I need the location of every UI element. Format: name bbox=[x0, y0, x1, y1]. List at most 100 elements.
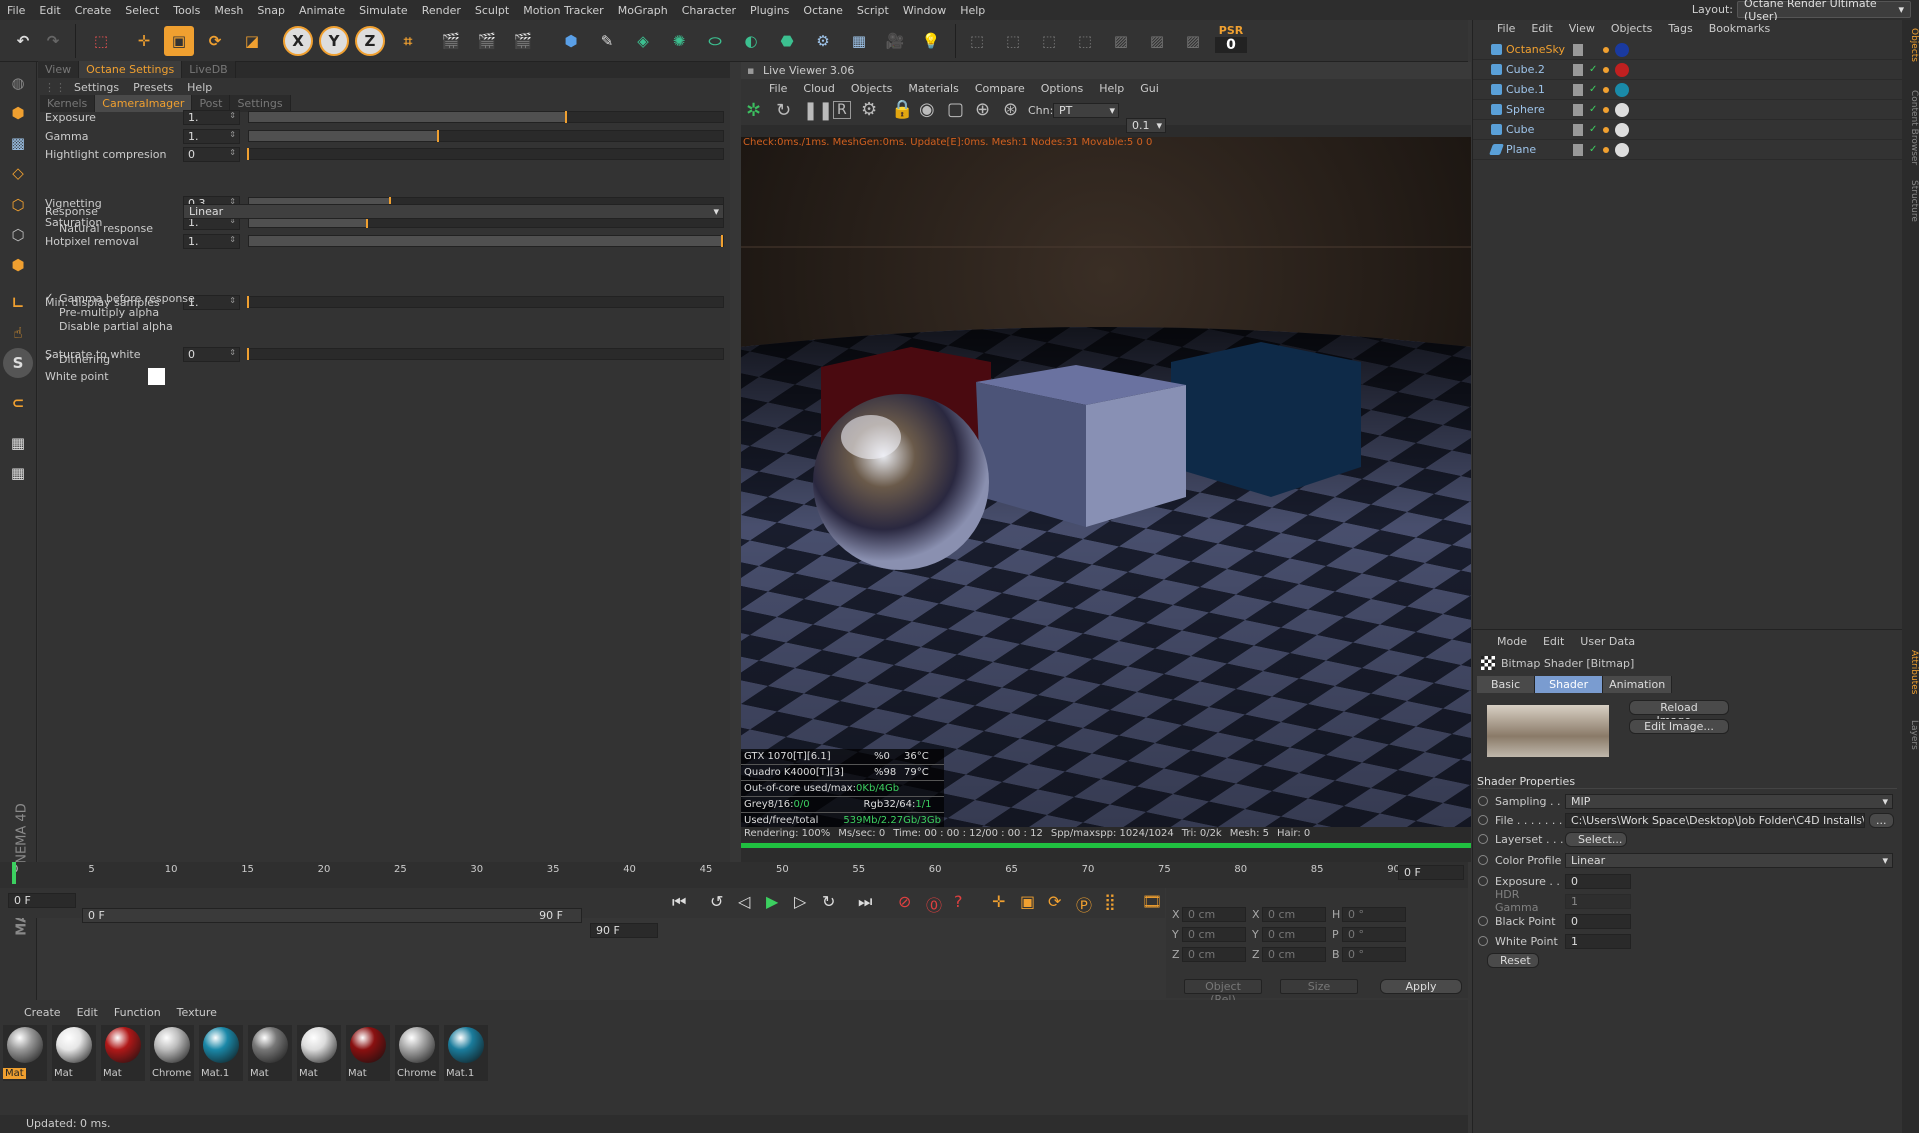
slider-handle[interactable] bbox=[247, 148, 249, 160]
settings-gear-icon[interactable]: ⚙ bbox=[861, 99, 877, 120]
visibility-icon[interactable] bbox=[1573, 43, 1583, 56]
reset-button[interactable]: Reset bbox=[1487, 953, 1539, 968]
visibility-icon[interactable] bbox=[1573, 63, 1583, 76]
object-menu-objects[interactable]: Objects bbox=[1603, 22, 1661, 35]
enabled-check-icon[interactable]: ✓ bbox=[1589, 124, 1597, 135]
focus-icon[interactable]: ▢ bbox=[947, 99, 964, 120]
menu-edit[interactable]: Edit bbox=[32, 4, 67, 17]
enabled-check-icon[interactable]: ✓ bbox=[1589, 144, 1597, 155]
key-parameter-icon[interactable]: Ⓟ bbox=[1076, 892, 1092, 916]
key-position-icon[interactable]: ✛ bbox=[992, 892, 1005, 911]
material-menu-edit[interactable]: Edit bbox=[69, 1006, 106, 1019]
object-row[interactable]: OctaneSky bbox=[1473, 40, 1903, 60]
coord-field[interactable]: 0 cm bbox=[1262, 907, 1326, 922]
material-ball-icon[interactable]: ◉ bbox=[919, 99, 935, 120]
exposure-field[interactable]: 0 bbox=[1565, 873, 1631, 889]
viewer-menu-gui[interactable]: Gui bbox=[1132, 82, 1167, 95]
axis-z-button[interactable]: Z bbox=[355, 26, 385, 56]
restart-icon[interactable]: ↻ bbox=[776, 100, 791, 121]
menu-tools[interactable]: Tools bbox=[166, 4, 207, 17]
points-mode-icon[interactable]: ▨ bbox=[1106, 26, 1136, 56]
material-item[interactable]: Mat bbox=[248, 1025, 292, 1081]
attribute-menu-user-data[interactable]: User Data bbox=[1572, 635, 1643, 648]
sculpt-icon[interactable]: ◍ bbox=[3, 68, 33, 98]
visibility-icon[interactable] bbox=[1573, 143, 1583, 156]
file-browse-button[interactable]: ... bbox=[1869, 812, 1894, 828]
make-editable-icon[interactable]: ⬚ bbox=[962, 26, 992, 56]
current-frame-field[interactable]: 0 F bbox=[1398, 865, 1464, 880]
menu-plugins[interactable]: Plugins bbox=[743, 4, 796, 17]
setting-value-field[interactable]: 0 bbox=[183, 146, 240, 162]
attribute-menu-edit[interactable]: Edit bbox=[1535, 635, 1572, 648]
disable-partial-alpha-check[interactable]: Disable partial alpha bbox=[45, 318, 725, 334]
attribute-menu-mode[interactable]: Mode bbox=[1489, 635, 1535, 648]
natural-response-check[interactable]: Natural response bbox=[45, 220, 725, 236]
viewer-menu-compare[interactable]: Compare bbox=[967, 82, 1033, 95]
object-menu-bookmarks[interactable]: Bookmarks bbox=[1701, 22, 1778, 35]
play-icon[interactable]: ▶ bbox=[766, 892, 778, 911]
checkbox-unchecked[interactable] bbox=[45, 223, 55, 233]
slider-handle[interactable] bbox=[721, 235, 723, 247]
layerset-select-button[interactable]: Select... bbox=[1565, 831, 1627, 847]
render-picture-viewer-icon[interactable]: 🎬 bbox=[472, 26, 502, 56]
tag-icon[interactable] bbox=[1603, 146, 1609, 153]
boole-icon[interactable]: ⬭ bbox=[700, 26, 730, 56]
visibility-icon[interactable] bbox=[1573, 123, 1583, 136]
tab-livedb[interactable]: LiveDB bbox=[182, 61, 236, 78]
object-menu-file[interactable]: File bbox=[1489, 22, 1523, 35]
spline-pen-icon[interactable]: ✎ bbox=[592, 26, 622, 56]
tab-view[interactable]: View bbox=[38, 61, 80, 78]
tag-icon[interactable] bbox=[1603, 66, 1609, 73]
material-menu-texture[interactable]: Texture bbox=[169, 1006, 225, 1019]
menu-simulate[interactable]: Simulate bbox=[352, 4, 415, 17]
menu-script[interactable]: Script bbox=[850, 4, 896, 17]
menu-help[interactable]: Help bbox=[187, 81, 212, 94]
object-menu-edit[interactable]: Edit bbox=[1523, 22, 1560, 35]
menu-select[interactable]: Select bbox=[118, 4, 166, 17]
region-render-icon[interactable]: R bbox=[833, 101, 851, 119]
white-point-swatch[interactable] bbox=[148, 367, 165, 385]
axis-x-button[interactable]: X bbox=[283, 26, 313, 56]
channel-dropdown[interactable]: PT ▾ bbox=[1053, 103, 1119, 118]
playhead[interactable] bbox=[12, 862, 16, 884]
material-item[interactable]: Mat.1 bbox=[199, 1025, 243, 1081]
tag-icon[interactable] bbox=[1603, 46, 1609, 53]
previous-frame-icon[interactable]: ◁ bbox=[738, 892, 750, 911]
model-mode-icon[interactable]: ⬢ bbox=[3, 98, 33, 128]
hdr-gamma-field[interactable]: 1 bbox=[1565, 893, 1631, 909]
key-scale-icon[interactable]: ▣ bbox=[1020, 892, 1035, 911]
menu-mesh[interactable]: Mesh bbox=[207, 4, 250, 17]
menu-help[interactable]: Help bbox=[953, 4, 992, 17]
tab-octane-settings[interactable]: Octane Settings bbox=[79, 61, 183, 78]
light-bulb-icon[interactable]: 💡 bbox=[916, 26, 946, 56]
render-viewport[interactable]: Check:0ms./1ms. MeshGen:0ms. Update[E]:0… bbox=[741, 137, 1471, 827]
undo-icon[interactable]: ↶ bbox=[8, 26, 38, 56]
menu-settings[interactable]: Settings bbox=[74, 81, 119, 94]
material-menu-function[interactable]: Function bbox=[106, 1006, 169, 1019]
material-item[interactable]: Mat.1 bbox=[444, 1025, 488, 1081]
menu-motion-tracker[interactable]: Motion Tracker bbox=[516, 4, 610, 17]
menu-animate[interactable]: Animate bbox=[292, 4, 352, 17]
redo-icon[interactable]: ↷ bbox=[38, 26, 68, 56]
solo-icon[interactable]: S bbox=[3, 348, 33, 378]
response-dropdown[interactable]: Linear ▾ bbox=[183, 203, 724, 219]
end-frame-field[interactable]: 90 F bbox=[590, 923, 658, 938]
select-icon[interactable]: ⬚ bbox=[86, 26, 116, 56]
coord-field[interactable]: 0 cm bbox=[1182, 927, 1246, 942]
menu-render[interactable]: Render bbox=[415, 4, 468, 17]
tag-icon[interactable] bbox=[1603, 106, 1609, 113]
side-tab-layers[interactable]: Layers bbox=[1902, 720, 1919, 750]
scene-objects-icon[interactable]: ⚙ bbox=[808, 26, 838, 56]
menu-file[interactable]: File bbox=[0, 4, 32, 17]
coord-field[interactable]: 0 ° bbox=[1342, 927, 1406, 942]
workplane-icon[interactable]: ◇ bbox=[3, 158, 33, 188]
tag-icon[interactable] bbox=[1603, 86, 1609, 93]
object-row[interactable]: Sphere ✓ bbox=[1473, 100, 1903, 120]
viewer-menu-file[interactable]: File bbox=[761, 82, 795, 95]
menu-octane[interactable]: Octane bbox=[796, 4, 850, 17]
key-rotation-icon[interactable]: ⟳ bbox=[1048, 892, 1061, 911]
object-row[interactable]: Cube.1 ✓ bbox=[1473, 80, 1903, 100]
start-render-icon[interactable]: ✲ bbox=[746, 100, 761, 121]
lock-workplane-icon[interactable]: ▦ bbox=[3, 428, 33, 458]
menu-create[interactable]: Create bbox=[68, 4, 119, 17]
